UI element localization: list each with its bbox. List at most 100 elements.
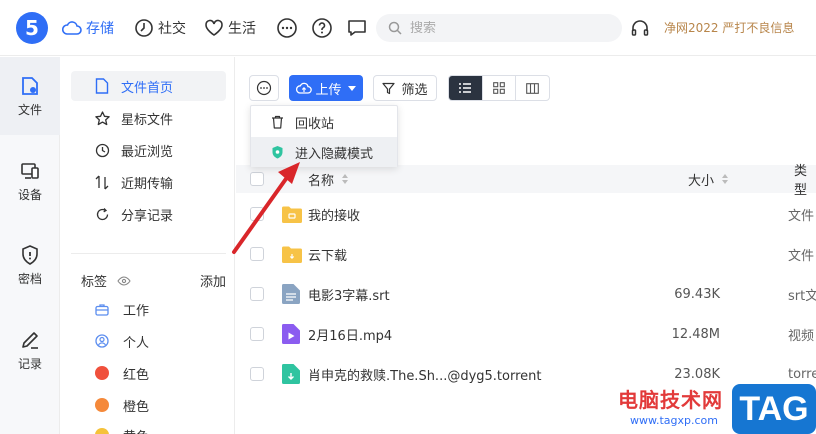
sidebar-item-home[interactable]: 文件首页 bbox=[71, 71, 226, 101]
app-logo[interactable]: 5 bbox=[16, 12, 48, 44]
sidebar-item-transfer[interactable]: 近期传输 bbox=[71, 167, 226, 197]
rail-item-label: 记录 bbox=[17, 356, 42, 371]
headset-icon[interactable] bbox=[630, 18, 650, 38]
file-type: torrent bbox=[788, 366, 816, 382]
sidebar-item-label: 分享记录 bbox=[121, 208, 174, 224]
tag-label: 个人 bbox=[123, 335, 150, 351]
column-view-button[interactable] bbox=[516, 76, 549, 100]
yellow-dot-icon bbox=[95, 428, 109, 434]
orange-dot-icon bbox=[95, 398, 109, 412]
file-name: 云下载 bbox=[308, 248, 348, 264]
col-name[interactable]: 名称 bbox=[308, 170, 334, 189]
search-box[interactable] bbox=[376, 14, 622, 42]
nav-life[interactable]: 生活 bbox=[204, 16, 256, 40]
search-input[interactable] bbox=[410, 20, 600, 36]
tag-label: 工作 bbox=[123, 303, 150, 319]
star-icon bbox=[95, 110, 110, 125]
rail-item-devices[interactable]: 设备 bbox=[0, 151, 60, 211]
rail-item-label: 设备 bbox=[17, 187, 42, 202]
more-actions-menu: 回收站 进入隐藏模式 bbox=[250, 105, 398, 167]
more-icon[interactable] bbox=[276, 17, 298, 39]
caret-down-icon bbox=[347, 85, 356, 91]
watermark-url: www.tagxp.com bbox=[630, 414, 718, 427]
table-row[interactable]: 2月16日.mp4 12.48M 视频 bbox=[236, 314, 816, 354]
tag-label: 橙色 bbox=[123, 399, 150, 415]
hidden-mode-icon bbox=[272, 146, 283, 159]
menu-item-label: 回收站 bbox=[295, 116, 335, 132]
heart-icon bbox=[205, 19, 223, 36]
rail-item-records[interactable]: 记录 bbox=[0, 320, 60, 380]
transfer-icon bbox=[95, 175, 109, 189]
tags-header: 标签 添加 bbox=[81, 271, 226, 290]
document-icon bbox=[95, 78, 109, 94]
tag-label: 红色 bbox=[123, 367, 150, 383]
tag-item-red[interactable]: 红色 bbox=[95, 361, 149, 385]
grid-view-button[interactable] bbox=[483, 76, 517, 100]
video-file-icon bbox=[282, 324, 300, 344]
file-type: srt文 bbox=[788, 288, 816, 304]
nav-social[interactable]: 社交 bbox=[134, 16, 186, 40]
tags-label: 标签 bbox=[81, 275, 108, 290]
chat-icon[interactable] bbox=[346, 17, 368, 39]
nav-storage[interactable]: 存储 bbox=[62, 16, 114, 40]
tag-label: 黄色 bbox=[123, 426, 149, 434]
annotation-arrow bbox=[232, 162, 300, 254]
filter-button[interactable]: 筛选 bbox=[373, 75, 437, 101]
sidebar-item-starred[interactable]: 星标文件 bbox=[71, 103, 226, 133]
rail-item-vault[interactable]: 密档 bbox=[0, 235, 60, 295]
rail-item-label: 文件 bbox=[17, 102, 42, 117]
row-checkbox[interactable] bbox=[250, 287, 264, 301]
row-checkbox[interactable] bbox=[250, 327, 264, 341]
upload-button[interactable]: 上传 bbox=[289, 75, 363, 101]
file-type: 视频 bbox=[788, 328, 815, 344]
add-tag-button[interactable]: 添加 bbox=[200, 271, 226, 290]
watermark-tag: TAG bbox=[732, 384, 816, 434]
tag-item-work[interactable]: 工作 bbox=[95, 297, 149, 321]
tag-item-orange[interactable]: 橙色 bbox=[95, 393, 149, 417]
nav-life-label: 生活 bbox=[228, 21, 256, 37]
rail-item-files[interactable]: 文件 bbox=[0, 57, 60, 135]
rail-item-label: 密档 bbox=[17, 271, 42, 286]
notice-text[interactable]: 净网2022 严打不良信息 bbox=[664, 19, 794, 36]
briefcase-icon bbox=[95, 303, 109, 316]
upload-label: 上传 bbox=[315, 82, 342, 98]
file-size: 23.08K bbox=[674, 366, 720, 382]
row-checkbox[interactable] bbox=[250, 367, 264, 381]
file-icon bbox=[22, 76, 38, 95]
sidebar-item-share[interactable]: 分享记录 bbox=[71, 199, 226, 229]
pen-icon bbox=[22, 331, 38, 349]
sidebar-item-label: 近期传输 bbox=[121, 176, 174, 192]
col-type[interactable]: 类型 bbox=[794, 160, 816, 198]
cloud-icon bbox=[62, 21, 82, 35]
left-rail: 文件 设备 密档 记录 bbox=[0, 57, 60, 434]
menu-item-recycle-bin[interactable]: 回收站 bbox=[251, 107, 397, 137]
table-row[interactable]: 云下载 文件 bbox=[236, 234, 816, 274]
table-row[interactable]: 我的接收 文件 bbox=[236, 194, 816, 234]
list-icon bbox=[459, 83, 472, 93]
file-name: 肖申克的救赎.The.Sh...@dyg5.torrent bbox=[308, 368, 542, 384]
top-bar: 5 存储 社交 生活 净网2022 严打不良信息 bbox=[0, 0, 816, 56]
tag-item-personal[interactable]: 个人 bbox=[95, 329, 149, 353]
upload-cloud-icon bbox=[296, 82, 313, 94]
grid-icon bbox=[493, 82, 505, 94]
sort-icon[interactable] bbox=[342, 174, 348, 184]
person-icon bbox=[95, 334, 109, 348]
nav-social-label: 社交 bbox=[158, 21, 186, 37]
filter-icon bbox=[382, 82, 396, 94]
tag-item-yellow[interactable]: 黄色 bbox=[95, 423, 149, 434]
view-switcher bbox=[448, 75, 550, 101]
eye-icon[interactable] bbox=[117, 275, 131, 286]
sidebar-divider bbox=[71, 253, 226, 254]
file-name: 我的接收 bbox=[308, 208, 361, 224]
sort-icon[interactable] bbox=[722, 174, 728, 184]
col-size[interactable]: 大小 bbox=[688, 170, 714, 189]
help-icon[interactable] bbox=[311, 17, 333, 39]
nav-storage-label: 存储 bbox=[86, 21, 114, 37]
sidebar-item-recent[interactable]: 最近浏览 bbox=[71, 135, 226, 165]
red-dot-icon bbox=[95, 366, 109, 380]
list-view-button[interactable] bbox=[449, 76, 483, 100]
menu-item-label: 进入隐藏模式 bbox=[295, 146, 374, 162]
more-actions-button[interactable] bbox=[249, 75, 279, 101]
table-row[interactable]: 电影3字幕.srt 69.43K srt文 bbox=[236, 274, 816, 314]
file-type: 文件 bbox=[788, 248, 815, 264]
